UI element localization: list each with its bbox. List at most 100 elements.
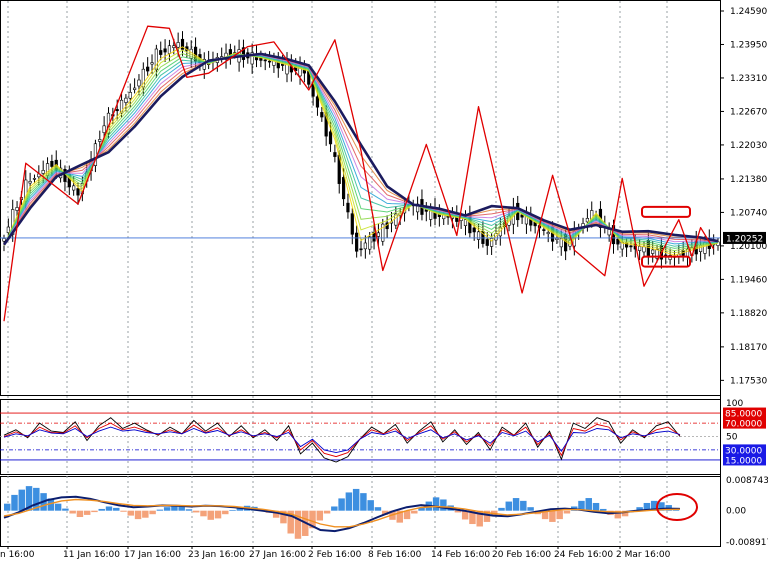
candle-body xyxy=(6,226,10,234)
histogram-bar xyxy=(592,502,600,511)
price-tick-label: 1.19460 xyxy=(730,275,767,285)
candle-body xyxy=(146,66,150,72)
histogram-panel: 0.0087434 0.00 -0.0089178 xyxy=(3,476,768,548)
price-tick-label: 1.17530 xyxy=(730,376,767,386)
candle-body xyxy=(28,181,32,184)
oscillator-line xyxy=(3,426,681,454)
candle-body xyxy=(368,236,372,250)
histogram-bar xyxy=(512,498,520,511)
panel-frames xyxy=(0,0,721,547)
histogram-bar xyxy=(11,494,18,511)
histogram-bar xyxy=(156,509,164,511)
histogram-bar xyxy=(127,510,135,516)
zigzag-line xyxy=(3,25,715,322)
histogram-bar xyxy=(120,510,127,512)
time-tick-label: 8 Feb 16:00 xyxy=(368,550,422,560)
candle-body xyxy=(172,45,176,48)
upper-level-marker xyxy=(641,205,691,218)
histogram-bar xyxy=(200,510,207,517)
candle-body xyxy=(341,177,346,200)
histogram-bar xyxy=(316,510,324,521)
price-tick-label: 1.24590 xyxy=(730,7,767,17)
candle-body xyxy=(476,231,481,240)
histogram-bar xyxy=(134,510,142,520)
histogram-bar xyxy=(585,498,592,511)
candle-body xyxy=(651,249,655,254)
histogram-tick-label: 0.0087434 xyxy=(726,476,768,486)
histogram-bar xyxy=(345,492,353,511)
histogram-bar xyxy=(91,510,98,513)
candle-body xyxy=(72,185,76,191)
histogram-bar xyxy=(83,510,91,515)
histogram-bar xyxy=(113,507,120,511)
time-tick-label: 14 Feb 16:00 xyxy=(431,550,490,560)
histogram-tick-label: 0.00 xyxy=(726,507,746,517)
histogram-tick-label: -0.0089178 xyxy=(726,538,768,548)
candle-body xyxy=(115,109,119,112)
candle-body xyxy=(485,239,489,246)
histogram-bar xyxy=(192,510,200,513)
candle-body xyxy=(616,238,620,245)
candle-body xyxy=(124,97,128,103)
histogram-bar xyxy=(338,498,345,511)
candle-body xyxy=(559,238,563,248)
candle-body xyxy=(15,207,19,211)
candle-body xyxy=(150,62,154,65)
candle-body xyxy=(137,79,141,87)
time-tick-label: 17 Jan 16:00 xyxy=(124,550,181,560)
price-tick-label: 1.18170 xyxy=(730,343,767,353)
histogram-bar xyxy=(331,506,338,511)
price-tick-label: 1.23310 xyxy=(730,74,767,84)
histogram-bar xyxy=(527,507,534,511)
candle-body xyxy=(2,238,6,242)
candle-body xyxy=(328,131,333,145)
histogram-bar xyxy=(374,507,382,511)
price-tick-label: 1.22030 xyxy=(730,141,767,151)
histogram-bar xyxy=(411,510,418,514)
candle-body xyxy=(263,59,267,62)
time-tick-label: 24 Feb 16:00 xyxy=(554,550,613,560)
candle-body xyxy=(267,60,272,63)
histogram-bar xyxy=(62,508,69,511)
price-tick-label: 1.23950 xyxy=(730,40,767,50)
histogram-bar xyxy=(367,500,374,511)
histogram-bar xyxy=(105,506,113,511)
candle-body xyxy=(463,219,468,226)
candle-body xyxy=(76,188,80,196)
candle-body xyxy=(355,232,359,252)
candle-body xyxy=(50,160,54,167)
candle-body xyxy=(41,170,45,174)
candle-body xyxy=(32,178,37,180)
candle-body xyxy=(133,87,137,90)
candle-body xyxy=(320,112,324,118)
candle-body xyxy=(359,248,363,251)
candle-body xyxy=(176,42,180,48)
candle-body xyxy=(98,139,102,142)
histogram-bar xyxy=(352,488,360,511)
candle-body xyxy=(638,246,642,251)
histogram-bar xyxy=(98,508,105,511)
candle-body xyxy=(350,213,354,235)
histogram-bar xyxy=(54,503,62,511)
oscillator-panel-frame xyxy=(0,399,721,475)
price-tick-label: 1.22670 xyxy=(730,107,767,117)
histogram-bar xyxy=(432,497,440,511)
histogram-bar xyxy=(549,510,556,522)
candle-body xyxy=(102,125,106,133)
histogram-bar xyxy=(563,510,571,514)
candle-body xyxy=(315,96,320,108)
histogram-bar xyxy=(222,510,229,515)
price-axis: 1.24590 1.23950 1.23310 1.22670 1.22030 1.213… xyxy=(720,7,767,386)
histogram-bar xyxy=(69,510,76,514)
candle-body xyxy=(346,202,350,213)
candle-body xyxy=(555,238,559,241)
time-axis: n 16:00 11 Jan 16:00 17 Jan 16:00 23 Jan 16… xyxy=(0,546,671,560)
candle-body xyxy=(128,92,132,99)
histogram-bar xyxy=(360,493,367,511)
candle-body xyxy=(333,152,337,157)
histogram-bar xyxy=(149,510,156,515)
time-tick-label: 23 Jan 16:00 xyxy=(188,550,245,560)
candle-body xyxy=(167,45,172,54)
histogram-bar xyxy=(556,510,563,520)
histogram-bar xyxy=(323,510,331,514)
